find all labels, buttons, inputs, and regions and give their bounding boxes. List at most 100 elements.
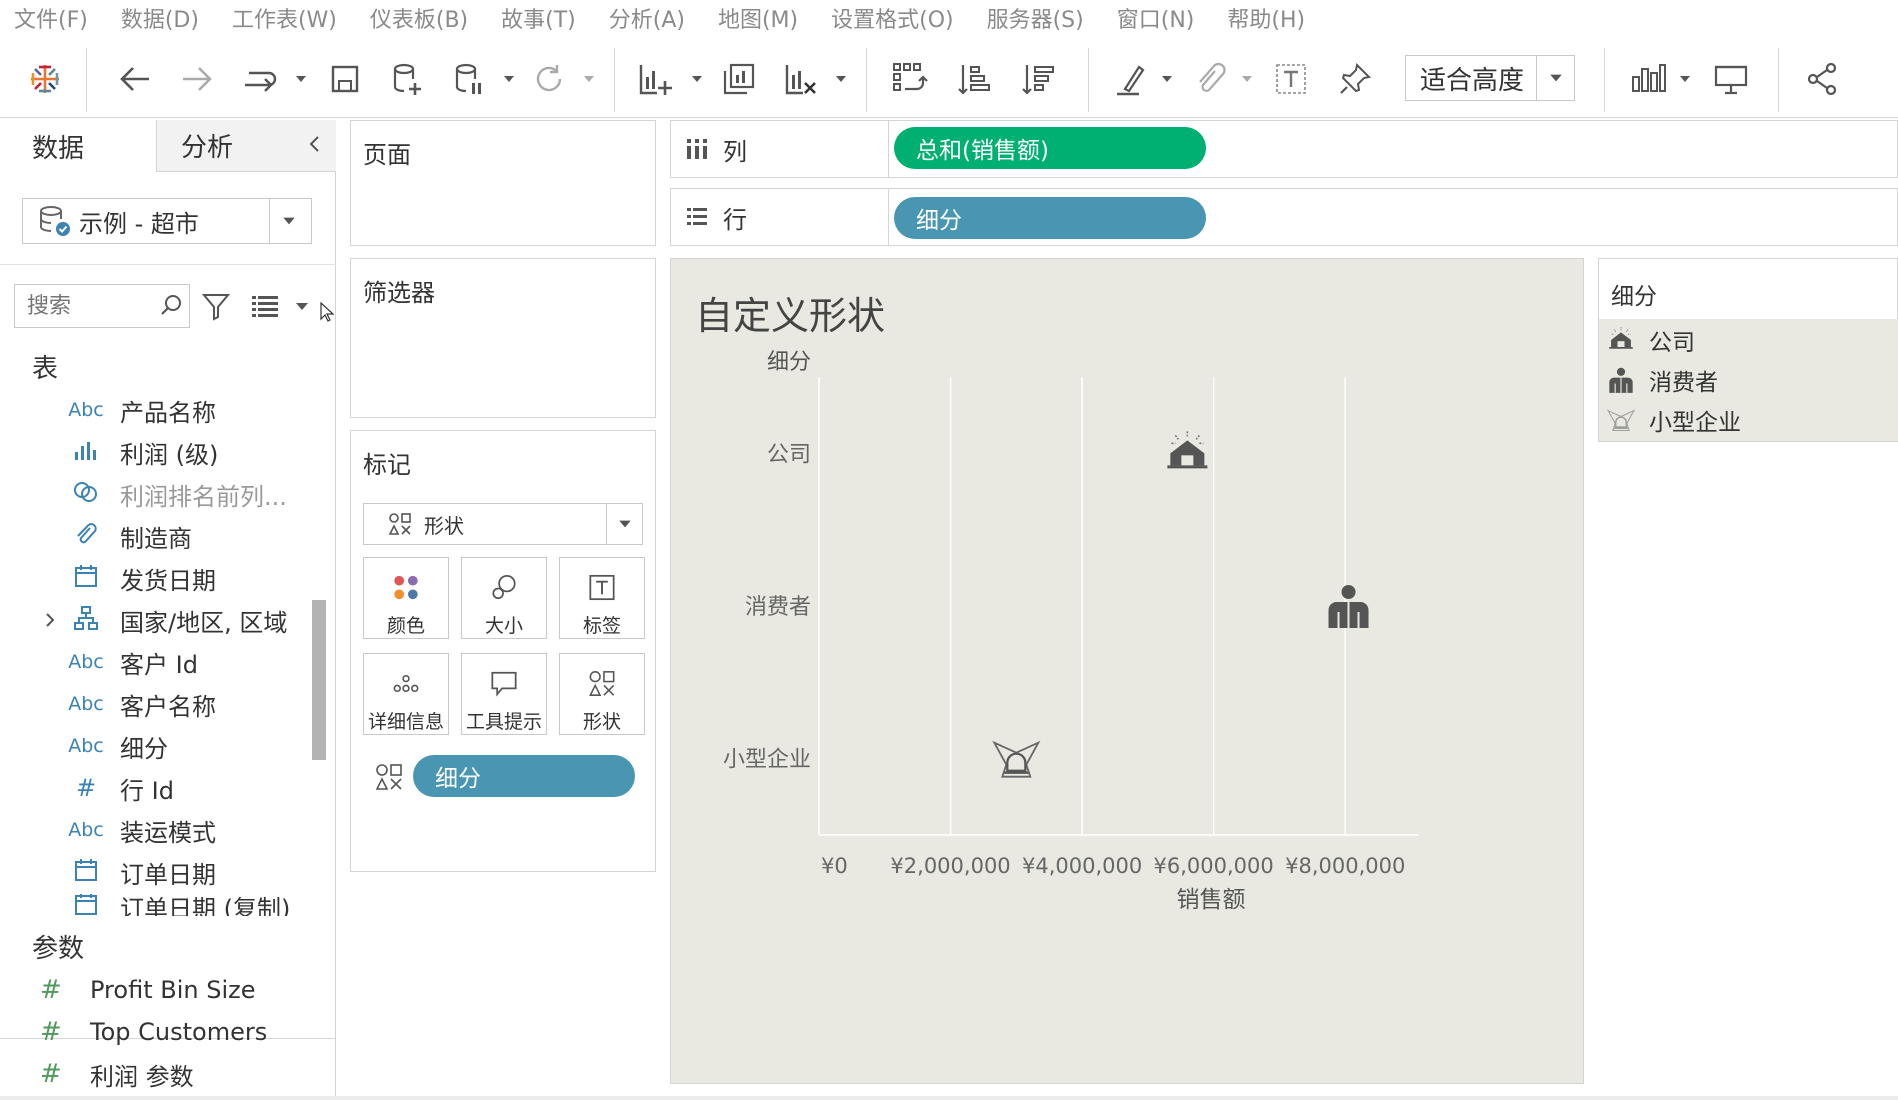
list-view-icon[interactable] — [250, 292, 280, 320]
field-customer-name[interactable]: Abc 客户名称 — [0, 684, 320, 724]
datasource-dropdown[interactable]: 示例 - 超市 — [22, 198, 312, 244]
duplicate-icon[interactable] — [716, 56, 762, 102]
shape-encoding-icon — [375, 764, 402, 790]
group-caret-icon[interactable] — [1240, 72, 1254, 86]
presentation-icon[interactable] — [1708, 56, 1754, 102]
legend-item-small-business[interactable]: 小型企业 — [1607, 401, 1741, 439]
save-icon[interactable] — [322, 56, 368, 102]
show-me-icon[interactable] — [1626, 56, 1672, 102]
param-top-customers[interactable]: # Top Customers — [0, 1012, 320, 1052]
chart-mark-consumer-icon[interactable] — [1327, 584, 1370, 629]
field-order-date-copy[interactable]: 订单日期 (复制) — [0, 894, 320, 916]
field-order-date[interactable]: 订单日期 — [0, 852, 320, 892]
menu-map[interactable]: 地图(M) — [718, 2, 798, 34]
search-input[interactable] — [27, 293, 157, 319]
rows-shelf[interactable]: 行 细分 — [670, 188, 1898, 246]
pin-icon[interactable] — [1332, 56, 1378, 102]
datasource-icon — [40, 206, 70, 236]
label-button[interactable]: 标签 — [559, 557, 645, 639]
paperclip-icon — [66, 520, 106, 553]
field-country-region[interactable]: 国家/地区, 区域 — [0, 600, 320, 640]
sort-ascending-icon[interactable] — [952, 56, 998, 102]
highlight-icon[interactable] — [1108, 56, 1154, 102]
fields-scrollbar[interactable] — [312, 600, 326, 760]
refresh-icon[interactable] — [526, 56, 572, 102]
tableau-logo-icon[interactable] — [22, 56, 68, 102]
field-label: 利润 (级) — [120, 440, 219, 469]
number-type-icon: # — [40, 1017, 62, 1047]
chart-mark-corporate-icon[interactable] — [1166, 430, 1209, 470]
size-button[interactable]: 大小 — [461, 557, 547, 639]
collapse-pane-icon[interactable] — [303, 132, 327, 156]
legend-item-corporate[interactable]: 公司 — [1607, 321, 1695, 359]
new-datasource-icon[interactable] — [384, 56, 430, 102]
swap-icon[interactable] — [886, 56, 932, 102]
field-product-name[interactable]: Abc 产品名称 — [0, 390, 320, 430]
menu-file[interactable]: 文件(F) — [14, 2, 88, 34]
chart-mark-small-business-icon[interactable] — [993, 741, 1040, 778]
pause-update-icon[interactable] — [446, 56, 492, 102]
field-ship-date[interactable]: 发货日期 — [0, 558, 320, 598]
worksheet-caret-icon[interactable] — [690, 72, 704, 86]
shape-segment-pill[interactable]: 细分 — [413, 755, 635, 797]
tooltip-button[interactable]: 工具提示 — [461, 653, 547, 735]
scatter-chart: 细分 公司消费者小型企业 ¥0 ¥2,000,000 ¥4,000,000 ¥6,00… — [723, 350, 1419, 913]
clear-caret-icon[interactable] — [834, 72, 848, 86]
filter-icon[interactable] — [200, 290, 232, 322]
menu-format[interactable]: 设置格式(O) — [831, 2, 953, 34]
back-icon[interactable] — [112, 56, 158, 102]
menu-worksheet[interactable]: 工作表(W) — [232, 2, 337, 34]
redo-caret-icon[interactable] — [294, 72, 308, 86]
sort-descending-icon[interactable] — [1016, 56, 1062, 102]
field-ship-mode[interactable]: Abc 装运模式 — [0, 810, 320, 850]
date-icon — [66, 894, 106, 916]
chevron-right-icon[interactable] — [42, 612, 58, 628]
string-type-icon: Abc — [68, 693, 104, 715]
view-caret-icon[interactable] — [294, 298, 310, 314]
param-profit-parameter[interactable]: # 利润 参数 — [0, 1054, 320, 1094]
shape-legend: 细分 公司 消费者 小型企业 — [1598, 258, 1898, 442]
field-customer-id[interactable]: Abc 客户 Id — [0, 642, 320, 682]
menu-data[interactable]: 数据(D) — [121, 2, 199, 34]
field-segment[interactable]: Abc 细分 — [0, 726, 320, 766]
filters-card[interactable]: 筛选器 — [350, 258, 656, 418]
legend-item-consumer[interactable]: 消费者 — [1607, 361, 1718, 399]
group-icon[interactable] — [1186, 56, 1232, 102]
menu-story[interactable]: 故事(T) — [501, 2, 576, 34]
field-profit-bin[interactable]: 利润 (级) — [0, 432, 320, 472]
pause-caret-icon[interactable] — [502, 72, 516, 86]
field-search[interactable] — [14, 284, 190, 328]
menu-help[interactable]: 帮助(H) — [1227, 2, 1305, 34]
field-manufacturer[interactable]: 制造商 — [0, 516, 320, 556]
menu-server[interactable]: 服务器(S) — [987, 2, 1084, 34]
tab-data[interactable]: 数据 — [0, 120, 156, 172]
detail-button[interactable]: 详细信息 — [363, 653, 449, 735]
show-me-caret-icon[interactable] — [1678, 72, 1692, 86]
mark-type-dropdown[interactable]: 形状 — [363, 503, 643, 545]
redo-icon[interactable] — [236, 56, 282, 102]
share-icon[interactable] — [1800, 56, 1846, 102]
refresh-caret-icon[interactable] — [582, 72, 596, 86]
y-axis-labels: 公司消费者小型企业 — [723, 442, 811, 772]
segment-row-pill[interactable]: 细分 — [894, 197, 1206, 239]
shape-button[interactable]: 形状 — [559, 653, 645, 735]
param-profit-bin-size[interactable]: # Profit Bin Size — [0, 970, 320, 1010]
pages-card[interactable]: 页面 — [350, 120, 656, 246]
shape-icon — [589, 671, 615, 696]
clear-sheet-icon[interactable] — [778, 56, 824, 102]
tab-analysis[interactable]: 分析 — [156, 120, 336, 172]
menu-analysis[interactable]: 分析(A) — [609, 2, 685, 34]
field-top-profit-set[interactable]: 利润排名前列... — [0, 474, 320, 514]
fit-dropdown[interactable]: 适合高度 — [1405, 55, 1575, 101]
field-row-id[interactable]: # 行 Id — [0, 768, 320, 808]
show-labels-icon[interactable] — [1268, 56, 1314, 102]
color-button[interactable]: 颜色 — [363, 557, 449, 639]
forward-icon[interactable] — [174, 56, 220, 102]
pages-title: 页面 — [363, 141, 411, 169]
columns-shelf[interactable]: 列 总和(销售额) — [670, 120, 1898, 178]
menu-window[interactable]: 窗口(N) — [1117, 2, 1195, 34]
new-worksheet-icon[interactable] — [632, 56, 678, 102]
sum-sales-pill[interactable]: 总和(销售额) — [894, 127, 1206, 169]
highlight-caret-icon[interactable] — [1160, 72, 1174, 86]
menu-dashboard[interactable]: 仪表板(B) — [370, 2, 468, 34]
